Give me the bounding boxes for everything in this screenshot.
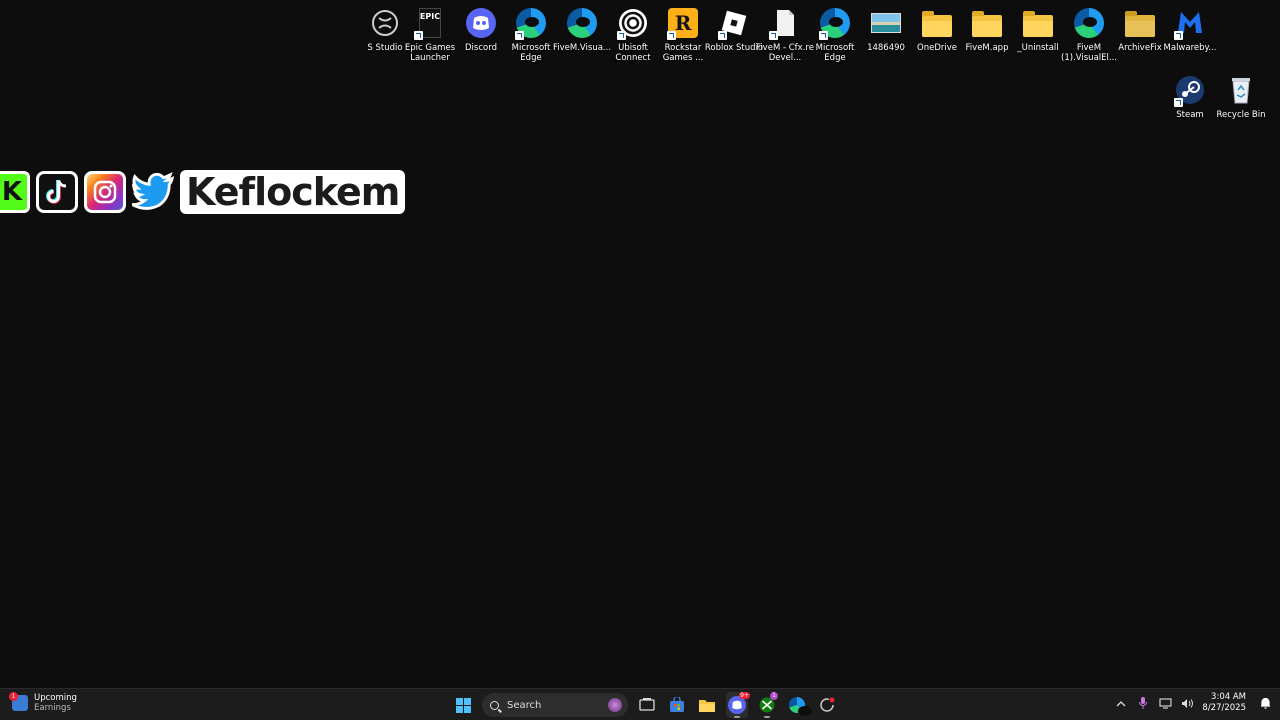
desktop-icon-malwarebytes[interactable]: Malwareby... bbox=[1164, 6, 1216, 53]
streamer-name-text: Keflockem bbox=[186, 170, 400, 214]
windows-icon bbox=[455, 697, 471, 713]
desktop-icon-uninstall[interactable]: _Uninstall bbox=[1013, 6, 1063, 53]
widgets-button[interactable]: 1 Upcoming Earnings bbox=[9, 692, 77, 713]
app-taskbar-button[interactable] bbox=[816, 692, 838, 718]
desktop-icon-archivefix[interactable]: ArchiveFix bbox=[1115, 6, 1165, 53]
file-explorer-button[interactable] bbox=[696, 692, 718, 718]
desktop-icon-roblox-studio[interactable]: Roblox Studio bbox=[705, 6, 763, 53]
search-highlight-icon bbox=[608, 698, 622, 712]
desktop-icon-onedrive[interactable]: OneDrive bbox=[912, 6, 962, 53]
volume-icon bbox=[1181, 698, 1193, 708]
file-explorer-icon bbox=[699, 699, 715, 712]
start-button[interactable] bbox=[452, 692, 474, 718]
studio-icon bbox=[368, 6, 402, 40]
volume-button[interactable] bbox=[1180, 696, 1194, 710]
microphone-icon bbox=[1139, 697, 1148, 709]
instagram-icon bbox=[84, 171, 126, 213]
edge-icon bbox=[789, 697, 812, 716]
task-view-icon bbox=[639, 698, 655, 711]
refresh-app-icon bbox=[820, 697, 835, 712]
widget-badge: 1 bbox=[9, 692, 18, 701]
shortcut-arrow-icon bbox=[819, 31, 828, 40]
desktop-icon-fivem-visual[interactable]: FiveM.Visua... bbox=[553, 6, 611, 53]
desktop-icon-label: Malwareby... bbox=[1163, 43, 1217, 53]
widget-subtitle: Earnings bbox=[34, 703, 71, 713]
discord-badge: 9+ bbox=[739, 692, 750, 699]
chevron-up-icon bbox=[1116, 700, 1126, 706]
shortcut-arrow-icon bbox=[1174, 31, 1183, 40]
discord-taskbar-button[interactable]: 9+ bbox=[726, 692, 750, 718]
desktop-icon-label: Recycle Bin bbox=[1216, 110, 1266, 120]
desktop-icon-epic-games[interactable]: EPIC Epic Games Launcher bbox=[405, 6, 455, 63]
desktop-icon-fivem-visualel[interactable]: FiveM (1).VisualEl... bbox=[1061, 6, 1117, 63]
wallpaper-banner: K Keflockem bbox=[0, 165, 406, 219]
kick-letter: K bbox=[1, 177, 23, 207]
folder-icon bbox=[1021, 6, 1055, 40]
desktop-icon-fivem-cfx[interactable]: FiveM - Cfx.re Devel... bbox=[756, 6, 814, 63]
desktop-icon-recycle-bin[interactable]: Steam Recycle Bin bbox=[1216, 73, 1266, 120]
search-placeholder: Search bbox=[507, 699, 542, 711]
xbox-taskbar-button[interactable]: 1 bbox=[756, 692, 778, 718]
desktop-icon-microsoft-edge-2[interactable]: Microsoft Edge bbox=[810, 6, 860, 63]
microsoft-store-icon bbox=[670, 697, 684, 712]
bell-icon bbox=[1260, 697, 1270, 709]
shortcut-arrow-icon bbox=[414, 31, 423, 40]
steam-icon bbox=[1173, 73, 1207, 107]
edge-icon bbox=[818, 6, 852, 40]
clock-time: 3:04 AM bbox=[1211, 692, 1246, 702]
clock-date: 8/27/2025 bbox=[1202, 703, 1246, 713]
malwarebytes-icon bbox=[1173, 6, 1207, 40]
earnings-widget-icon: 1 bbox=[9, 692, 28, 711]
folder-icon bbox=[970, 6, 1004, 40]
shortcut-arrow-icon bbox=[1174, 98, 1183, 107]
xbox-badge: 1 bbox=[770, 692, 778, 700]
shortcut-arrow-icon bbox=[718, 31, 727, 40]
roblox-icon bbox=[717, 6, 751, 40]
widget-title: Upcoming bbox=[34, 693, 77, 703]
rockstar-icon: R bbox=[666, 6, 700, 40]
task-view-button[interactable] bbox=[636, 692, 658, 718]
desktop-icon-fivem-app[interactable]: FiveM.app bbox=[962, 6, 1012, 53]
folder-icon bbox=[1123, 6, 1157, 40]
shortcut-arrow-icon bbox=[769, 31, 778, 40]
desktop-icon-rockstar-games[interactable]: R Rockstar Games ... bbox=[658, 6, 708, 63]
desktop-icon-ubisoft-connect[interactable]: Ubisoft Connect bbox=[608, 6, 658, 63]
notifications-button[interactable] bbox=[1258, 696, 1272, 710]
taskbar-center: Search 9+ 1 bbox=[452, 692, 838, 718]
ubisoft-icon bbox=[616, 6, 650, 40]
tiktok-icon bbox=[36, 171, 78, 213]
network-button[interactable] bbox=[1158, 696, 1172, 710]
desktop-icon-microsoft-edge[interactable]: Microsoft Edge bbox=[506, 6, 556, 63]
edge-icon bbox=[565, 6, 599, 40]
clock[interactable]: 3:04 AM 8/27/2025 bbox=[1202, 692, 1246, 714]
desktop-icon-discord[interactable]: Discord bbox=[456, 6, 506, 53]
folder-icon bbox=[920, 6, 954, 40]
shortcut-arrow-icon bbox=[515, 31, 524, 40]
epic-games-icon: EPIC bbox=[413, 6, 447, 40]
show-hidden-icons-button[interactable] bbox=[1114, 696, 1128, 710]
desktop-icon-steam[interactable]: Steam bbox=[1165, 73, 1215, 120]
shortcut-arrow-icon bbox=[617, 31, 626, 40]
search-box[interactable]: Search bbox=[482, 693, 628, 717]
edge-taskbar-button[interactable] bbox=[786, 692, 812, 718]
search-icon bbox=[490, 700, 499, 710]
network-icon bbox=[1159, 697, 1172, 709]
system-tray: 3:04 AM 8/27/2025 bbox=[1114, 692, 1272, 714]
kick-icon: K bbox=[0, 171, 30, 213]
microsoft-store-button[interactable] bbox=[666, 692, 688, 718]
twitter-icon bbox=[132, 171, 174, 213]
discord-icon bbox=[464, 6, 498, 40]
edge-icon bbox=[514, 6, 548, 40]
shortcut-arrow-icon bbox=[667, 31, 676, 40]
image-file-icon bbox=[869, 6, 903, 40]
file-icon bbox=[768, 6, 802, 40]
desktop-icon-1486490[interactable]: 1486490 bbox=[861, 6, 911, 53]
streamer-name: Keflockem bbox=[180, 170, 406, 214]
recycle-bin-icon bbox=[1224, 73, 1258, 107]
microphone-button[interactable] bbox=[1136, 696, 1150, 710]
taskbar: 1 Upcoming Earnings Search 9+ 1 3:04 AM … bbox=[0, 688, 1280, 720]
edge-icon bbox=[1072, 6, 1106, 40]
